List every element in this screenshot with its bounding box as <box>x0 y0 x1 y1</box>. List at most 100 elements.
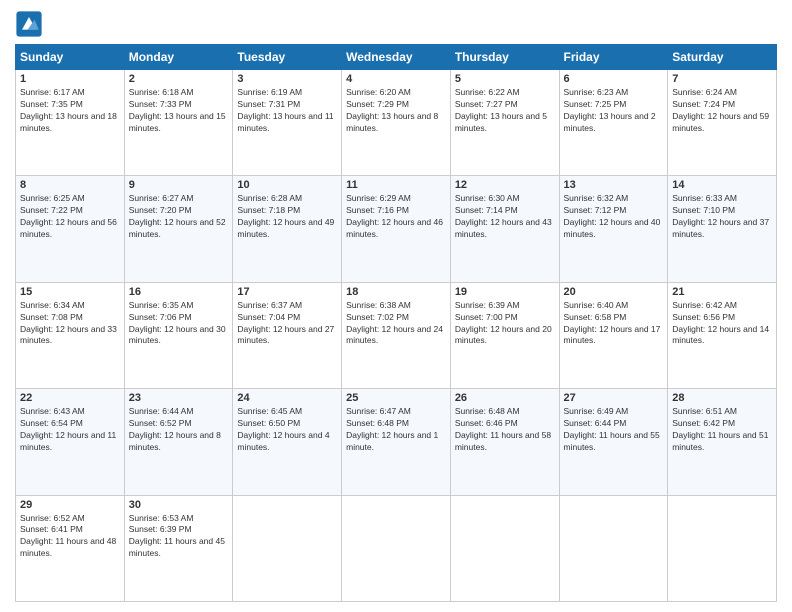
day-number: 12 <box>455 179 555 191</box>
day-number: 28 <box>672 392 772 404</box>
calendar-cell: 25Sunrise: 6:47 AM Sunset: 6:48 PM Dayli… <box>342 389 451 495</box>
calendar-cell: 27Sunrise: 6:49 AM Sunset: 6:44 PM Dayli… <box>559 389 668 495</box>
day-info: Sunrise: 6:52 AM Sunset: 6:41 PM Dayligh… <box>20 513 120 561</box>
day-info: Sunrise: 6:34 AM Sunset: 7:08 PM Dayligh… <box>20 300 120 348</box>
day-info: Sunrise: 6:51 AM Sunset: 6:42 PM Dayligh… <box>672 406 772 454</box>
day-number: 24 <box>237 392 337 404</box>
day-number: 13 <box>564 179 664 191</box>
calendar-cell: 4 Sunrise: 6:20 AM Sunset: 7:29 PM Daylig… <box>342 70 451 176</box>
day-number: 17 <box>237 286 337 298</box>
day-number: 30 <box>129 499 229 511</box>
day-number: 25 <box>346 392 446 404</box>
day-info: Sunrise: 6:38 AM Sunset: 7:02 PM Dayligh… <box>346 300 446 348</box>
calendar-cell: 22 Sunrise: 6:43 AM Sunset: 6:54 PM Dayli… <box>16 389 125 495</box>
calendar-cell: 28 Sunrise: 6:51 AM Sunset: 6:42 PM Dayli… <box>668 389 777 495</box>
calendar-cell: 8Sunrise: 6:25 AM Sunset: 7:22 PM Daylig… <box>16 176 125 282</box>
day-number: 29 <box>20 499 120 511</box>
calendar-cell <box>342 495 451 601</box>
day-info: Sunrise: 6:24 AM Sunset: 7:24 PM Dayligh… <box>672 87 772 135</box>
day-info: Sunrise: 6:33 AM Sunset: 7:10 PM Dayligh… <box>672 193 772 241</box>
calendar-cell: 16 Sunrise: 6:35 AM Sunset: 7:06 PM Dayli… <box>124 282 233 388</box>
day-number: 2 <box>129 73 229 85</box>
col-wednesday: Wednesday <box>342 45 451 70</box>
day-info: Sunrise: 6:20 AM Sunset: 7:29 PM Dayligh… <box>346 87 446 135</box>
day-info: Sunrise: 6:17 AM Sunset: 7:35 PM Dayligh… <box>20 87 120 135</box>
calendar-cell: 2 Sunrise: 6:18 AM Sunset: 7:33 PM Daylig… <box>124 70 233 176</box>
day-info: Sunrise: 6:37 AM Sunset: 7:04 PM Dayligh… <box>237 300 337 348</box>
day-info: Sunrise: 6:29 AM Sunset: 7:16 PM Dayligh… <box>346 193 446 241</box>
day-info: Sunrise: 6:48 AM Sunset: 6:46 PM Dayligh… <box>455 406 555 454</box>
day-number: 22 <box>20 392 120 404</box>
day-number: 15 <box>20 286 120 298</box>
day-number: 9 <box>129 179 229 191</box>
calendar-cell: 15 Sunrise: 6:34 AM Sunset: 7:08 PM Dayli… <box>16 282 125 388</box>
calendar-cell: 18 Sunrise: 6:38 AM Sunset: 7:02 PM Dayli… <box>342 282 451 388</box>
calendar-cell: 19Sunrise: 6:39 AM Sunset: 7:00 PM Dayli… <box>450 282 559 388</box>
day-number: 4 <box>346 73 446 85</box>
day-number: 16 <box>129 286 229 298</box>
calendar-cell <box>559 495 668 601</box>
col-saturday: Saturday <box>668 45 777 70</box>
logo-icon <box>15 10 43 38</box>
calendar-cell: 21Sunrise: 6:42 AM Sunset: 6:56 PM Dayli… <box>668 282 777 388</box>
calendar-cell: 20 Sunrise: 6:40 AM Sunset: 6:58 PM Dayli… <box>559 282 668 388</box>
calendar-cell <box>668 495 777 601</box>
calendar-table: Sunday Monday Tuesday Wednesday Thursday… <box>15 44 777 602</box>
calendar-week-4: 22 Sunrise: 6:43 AM Sunset: 6:54 PM Dayli… <box>16 389 777 495</box>
day-info: Sunrise: 6:27 AM Sunset: 7:20 PM Dayligh… <box>129 193 229 241</box>
day-number: 14 <box>672 179 772 191</box>
day-info: Sunrise: 6:49 AM Sunset: 6:44 PM Dayligh… <box>564 406 664 454</box>
calendar-cell: 11 Sunrise: 6:29 AM Sunset: 7:16 PM Dayli… <box>342 176 451 282</box>
day-info: Sunrise: 6:43 AM Sunset: 6:54 PM Dayligh… <box>20 406 120 454</box>
day-info: Sunrise: 6:23 AM Sunset: 7:25 PM Dayligh… <box>564 87 664 135</box>
day-info: Sunrise: 6:45 AM Sunset: 6:50 PM Dayligh… <box>237 406 337 454</box>
day-info: Sunrise: 6:44 AM Sunset: 6:52 PM Dayligh… <box>129 406 229 454</box>
calendar-cell <box>450 495 559 601</box>
day-number: 21 <box>672 286 772 298</box>
col-monday: Monday <box>124 45 233 70</box>
calendar-cell: 5 Sunrise: 6:22 AM Sunset: 7:27 PM Daylig… <box>450 70 559 176</box>
day-number: 5 <box>455 73 555 85</box>
day-info: Sunrise: 6:22 AM Sunset: 7:27 PM Dayligh… <box>455 87 555 135</box>
day-info: Sunrise: 6:18 AM Sunset: 7:33 PM Dayligh… <box>129 87 229 135</box>
calendar-header-row: Sunday Monday Tuesday Wednesday Thursday… <box>16 45 777 70</box>
col-friday: Friday <box>559 45 668 70</box>
day-number: 23 <box>129 392 229 404</box>
day-info: Sunrise: 6:35 AM Sunset: 7:06 PM Dayligh… <box>129 300 229 348</box>
day-info: Sunrise: 6:30 AM Sunset: 7:14 PM Dayligh… <box>455 193 555 241</box>
header <box>15 10 777 38</box>
calendar-cell: 17 Sunrise: 6:37 AM Sunset: 7:04 PM Dayli… <box>233 282 342 388</box>
calendar-cell: 9 Sunrise: 6:27 AM Sunset: 7:20 PM Daylig… <box>124 176 233 282</box>
day-info: Sunrise: 6:19 AM Sunset: 7:31 PM Dayligh… <box>237 87 337 135</box>
day-number: 20 <box>564 286 664 298</box>
calendar-cell: 1 Sunrise: 6:17 AM Sunset: 7:35 PM Daylig… <box>16 70 125 176</box>
day-info: Sunrise: 6:40 AM Sunset: 6:58 PM Dayligh… <box>564 300 664 348</box>
calendar-cell: 30Sunrise: 6:53 AM Sunset: 6:39 PM Dayli… <box>124 495 233 601</box>
day-number: 1 <box>20 73 120 85</box>
calendar-cell: 6Sunrise: 6:23 AM Sunset: 7:25 PM Daylig… <box>559 70 668 176</box>
day-number: 7 <box>672 73 772 85</box>
calendar-cell: 7 Sunrise: 6:24 AM Sunset: 7:24 PM Daylig… <box>668 70 777 176</box>
day-number: 10 <box>237 179 337 191</box>
day-info: Sunrise: 6:32 AM Sunset: 7:12 PM Dayligh… <box>564 193 664 241</box>
calendar-cell: 10 Sunrise: 6:28 AM Sunset: 7:18 PM Dayli… <box>233 176 342 282</box>
calendar-cell: 23 Sunrise: 6:44 AM Sunset: 6:52 PM Dayli… <box>124 389 233 495</box>
calendar-cell: 14 Sunrise: 6:33 AM Sunset: 7:10 PM Dayli… <box>668 176 777 282</box>
day-number: 11 <box>346 179 446 191</box>
calendar-cell: 24 Sunrise: 6:45 AM Sunset: 6:50 PM Dayli… <box>233 389 342 495</box>
col-thursday: Thursday <box>450 45 559 70</box>
calendar-cell: 29 Sunrise: 6:52 AM Sunset: 6:41 PM Dayli… <box>16 495 125 601</box>
day-info: Sunrise: 6:28 AM Sunset: 7:18 PM Dayligh… <box>237 193 337 241</box>
calendar-cell: 13 Sunrise: 6:32 AM Sunset: 7:12 PM Dayli… <box>559 176 668 282</box>
calendar-cell: 3Sunrise: 6:19 AM Sunset: 7:31 PM Daylig… <box>233 70 342 176</box>
calendar-week-2: 8Sunrise: 6:25 AM Sunset: 7:22 PM Daylig… <box>16 176 777 282</box>
col-tuesday: Tuesday <box>233 45 342 70</box>
calendar-week-3: 15 Sunrise: 6:34 AM Sunset: 7:08 PM Dayli… <box>16 282 777 388</box>
page: Sunday Monday Tuesday Wednesday Thursday… <box>0 0 792 612</box>
calendar-cell <box>233 495 342 601</box>
day-number: 19 <box>455 286 555 298</box>
day-number: 18 <box>346 286 446 298</box>
logo <box>15 10 47 38</box>
col-sunday: Sunday <box>16 45 125 70</box>
day-number: 8 <box>20 179 120 191</box>
